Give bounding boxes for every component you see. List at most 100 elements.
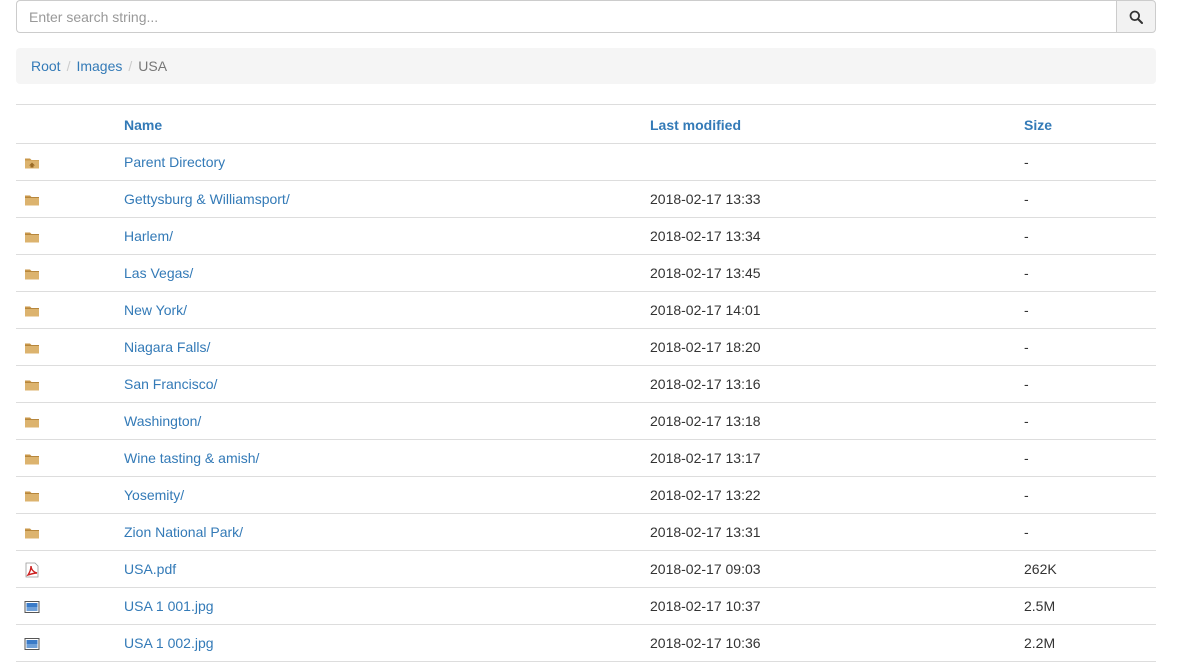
row-icon-cell bbox=[16, 180, 116, 218]
row-name-cell: USA.pdf bbox=[116, 550, 642, 588]
breadcrumb-separator: / bbox=[66, 58, 71, 74]
row-icon-cell bbox=[16, 439, 116, 477]
breadcrumb-images[interactable]: Images bbox=[76, 58, 122, 74]
search-input[interactable] bbox=[16, 0, 1116, 33]
table-row: San Francisco/2018-02-17 13:16- bbox=[16, 365, 1156, 403]
file-link[interactable]: USA 1 002.jpg bbox=[124, 635, 214, 651]
row-icon-cell bbox=[16, 365, 116, 403]
file-link[interactable]: San Francisco/ bbox=[124, 376, 217, 392]
row-name-cell: Washington/ bbox=[116, 402, 642, 440]
row-name-cell: Parent Directory bbox=[116, 143, 642, 181]
row-last-modified: 2018-02-17 13:31 bbox=[642, 513, 1016, 551]
file-link[interactable]: Parent Directory bbox=[124, 154, 225, 170]
file-link[interactable]: USA 1 001.jpg bbox=[124, 598, 214, 614]
row-icon-cell bbox=[16, 254, 116, 292]
row-last-modified bbox=[642, 143, 1016, 181]
row-last-modified: 2018-02-17 13:17 bbox=[642, 439, 1016, 477]
file-link[interactable]: Wine tasting & amish/ bbox=[124, 450, 259, 466]
file-link[interactable]: Yosemity/ bbox=[124, 487, 184, 503]
row-last-modified: 2018-02-17 13:22 bbox=[642, 476, 1016, 514]
row-size: - bbox=[1016, 254, 1156, 292]
parent-folder-icon bbox=[24, 155, 40, 171]
image-icon bbox=[24, 599, 40, 615]
row-icon-cell bbox=[16, 291, 116, 329]
row-icon-cell bbox=[16, 513, 116, 551]
row-name-cell: Wine tasting & amish/ bbox=[116, 439, 642, 477]
file-link[interactable]: Zion National Park/ bbox=[124, 524, 243, 540]
row-name-cell: USA 1 001.jpg bbox=[116, 587, 642, 625]
row-size: - bbox=[1016, 402, 1156, 440]
table-row: USA.pdf 2018-02-17 09:03 262K bbox=[16, 550, 1156, 588]
table-row: Zion National Park/2018-02-17 13:31- bbox=[16, 513, 1156, 551]
table-row: Niagara Falls/2018-02-17 18:20- bbox=[16, 328, 1156, 366]
table-row: USA 1 002.jpg 2018-02-17 10:36 2.2M bbox=[16, 624, 1156, 662]
row-name-cell: New York/ bbox=[116, 291, 642, 329]
row-last-modified: 2018-02-17 10:36 bbox=[642, 624, 1016, 662]
row-last-modified: 2018-02-17 14:01 bbox=[642, 291, 1016, 329]
breadcrumb-current: USA bbox=[138, 58, 168, 74]
folder-icon bbox=[24, 377, 40, 393]
row-size: - bbox=[1016, 476, 1156, 514]
table-row: Parent Directory - bbox=[16, 143, 1156, 181]
row-name-cell: Niagara Falls/ bbox=[116, 328, 642, 366]
table-row: Wine tasting & amish/2018-02-17 13:17- bbox=[16, 439, 1156, 477]
search-bar bbox=[16, 0, 1156, 33]
row-name-cell: Gettysburg & Williamsport/ bbox=[116, 180, 642, 218]
row-last-modified: 2018-02-17 09:03 bbox=[642, 550, 1016, 588]
row-icon-cell bbox=[16, 402, 116, 440]
header-icon bbox=[16, 104, 116, 144]
row-size: 2.2M bbox=[1016, 624, 1156, 662]
row-size: - bbox=[1016, 439, 1156, 477]
header-last-modified[interactable]: Last modified bbox=[642, 104, 1016, 144]
folder-icon bbox=[24, 229, 40, 245]
row-last-modified: 2018-02-17 13:34 bbox=[642, 217, 1016, 255]
table-row: Gettysburg & Williamsport/2018-02-17 13:… bbox=[16, 180, 1156, 218]
row-name-cell: Las Vegas/ bbox=[116, 254, 642, 292]
row-last-modified: 2018-02-17 18:20 bbox=[642, 328, 1016, 366]
table-row: Yosemity/2018-02-17 13:22- bbox=[16, 476, 1156, 514]
breadcrumb: Root / Images / USA bbox=[16, 48, 1156, 84]
breadcrumb-separator: / bbox=[128, 58, 133, 74]
table-row: Las Vegas/2018-02-17 13:45- bbox=[16, 254, 1156, 292]
folder-icon bbox=[24, 525, 40, 541]
row-last-modified: 2018-02-17 13:45 bbox=[642, 254, 1016, 292]
table-body: Parent Directory - Gettysburg & Williamspo… bbox=[16, 143, 1156, 662]
file-link[interactable]: Las Vegas/ bbox=[124, 265, 193, 281]
folder-icon bbox=[24, 488, 40, 504]
header-size[interactable]: Size bbox=[1016, 104, 1156, 144]
row-name-cell: Yosemity/ bbox=[116, 476, 642, 514]
row-icon-cell bbox=[16, 217, 116, 255]
search-button[interactable] bbox=[1116, 0, 1156, 33]
image-icon bbox=[24, 636, 40, 652]
row-icon-cell bbox=[16, 624, 116, 662]
row-size: - bbox=[1016, 365, 1156, 403]
row-size: - bbox=[1016, 143, 1156, 181]
row-size: - bbox=[1016, 328, 1156, 366]
row-name-cell: San Francisco/ bbox=[116, 365, 642, 403]
row-name-cell: Zion National Park/ bbox=[116, 513, 642, 551]
row-icon-cell bbox=[16, 550, 116, 588]
row-size: 262K bbox=[1016, 550, 1156, 588]
row-size: - bbox=[1016, 291, 1156, 329]
table-row: New York/2018-02-17 14:01- bbox=[16, 291, 1156, 329]
folder-icon bbox=[24, 192, 40, 208]
row-last-modified: 2018-02-17 13:18 bbox=[642, 402, 1016, 440]
folder-icon bbox=[24, 414, 40, 430]
file-link[interactable]: Washington/ bbox=[124, 413, 201, 429]
row-size: 2.5M bbox=[1016, 587, 1156, 625]
row-icon-cell bbox=[16, 143, 116, 181]
file-link[interactable]: New York/ bbox=[124, 302, 187, 318]
header-name[interactable]: Name bbox=[116, 104, 642, 144]
row-icon-cell bbox=[16, 587, 116, 625]
table-row: USA 1 001.jpg 2018-02-17 10:37 2.5M bbox=[16, 587, 1156, 625]
breadcrumb-root[interactable]: Root bbox=[31, 58, 61, 74]
table-row: Harlem/2018-02-17 13:34- bbox=[16, 217, 1156, 255]
table-row: Washington/2018-02-17 13:18- bbox=[16, 402, 1156, 440]
row-icon-cell bbox=[16, 328, 116, 366]
search-icon bbox=[1129, 10, 1143, 24]
file-link[interactable]: Harlem/ bbox=[124, 228, 173, 244]
file-link[interactable]: USA.pdf bbox=[124, 561, 176, 577]
file-link[interactable]: Gettysburg & Williamsport/ bbox=[124, 191, 290, 207]
row-icon-cell bbox=[16, 476, 116, 514]
file-link[interactable]: Niagara Falls/ bbox=[124, 339, 210, 355]
